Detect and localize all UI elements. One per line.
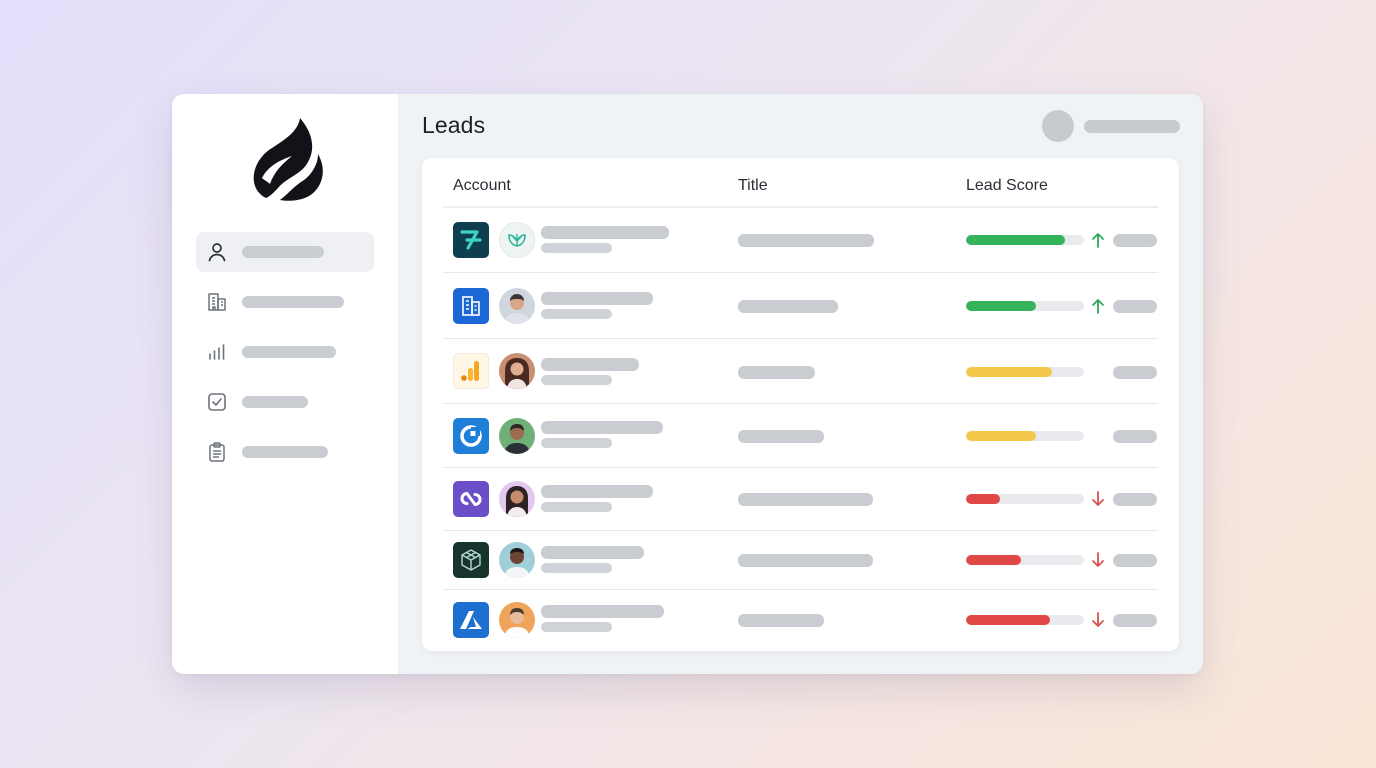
person-avatar xyxy=(499,481,535,517)
lead-score-bar xyxy=(966,615,1084,625)
nav-label-placeholder xyxy=(242,296,344,308)
checkbox-icon xyxy=(208,393,226,411)
leaf-logo-avatar xyxy=(499,222,535,258)
trend-down-icon xyxy=(1092,552,1104,567)
title-placeholder xyxy=(738,554,873,567)
main-panel: Leads Account Title Lead Score xyxy=(398,94,1203,674)
title-placeholder xyxy=(738,430,824,443)
account-sub-placeholder xyxy=(541,563,612,573)
nav-item-notes[interactable] xyxy=(196,432,374,472)
trend-down-icon xyxy=(1092,612,1104,627)
user-avatar[interactable] xyxy=(1042,110,1074,142)
table-row[interactable] xyxy=(443,273,1158,339)
person-avatar xyxy=(499,353,535,389)
lead-score-bar xyxy=(966,301,1084,311)
dark-cube-logo xyxy=(453,542,489,578)
title-placeholder xyxy=(738,300,838,313)
title-placeholder xyxy=(738,234,874,247)
analytics-bars-logo xyxy=(453,353,489,389)
title-placeholder xyxy=(738,614,824,627)
nav-label-placeholder xyxy=(242,346,336,358)
account-sub-placeholder xyxy=(541,243,612,253)
title-placeholder xyxy=(738,366,815,379)
trend-up-icon xyxy=(1092,299,1104,314)
column-header-title[interactable]: Title xyxy=(738,177,768,195)
nav-item-leads[interactable] xyxy=(196,232,374,272)
score-value-placeholder xyxy=(1113,234,1157,247)
trend-up-icon xyxy=(1092,233,1104,248)
table-row[interactable] xyxy=(443,339,1158,404)
table-row[interactable] xyxy=(443,468,1158,531)
table-row[interactable] xyxy=(443,590,1158,651)
user-name-placeholder xyxy=(1084,120,1180,133)
page-title: Leads xyxy=(422,112,486,138)
person-avatar xyxy=(499,542,535,578)
table-row[interactable] xyxy=(443,208,1158,273)
purple-infinity-logo xyxy=(453,481,489,517)
title-placeholder xyxy=(738,493,873,506)
teal-arrow-logo xyxy=(453,222,489,258)
nav-item-accounts[interactable] xyxy=(196,282,374,322)
nav-item-tasks[interactable] xyxy=(196,382,374,422)
blue-circle-logo xyxy=(453,418,489,454)
nav-label-placeholder xyxy=(242,446,328,458)
sidebar xyxy=(172,94,398,674)
account-name-placeholder xyxy=(541,226,669,239)
table-row[interactable] xyxy=(443,531,1158,590)
clipboard-icon xyxy=(209,442,225,462)
account-name-placeholder xyxy=(541,421,663,434)
lead-score-bar xyxy=(966,367,1084,377)
blue-building-logo xyxy=(453,288,489,324)
building-icon xyxy=(208,293,226,311)
person-avatar xyxy=(499,418,535,454)
nav-item-reports[interactable] xyxy=(196,332,374,372)
lead-score-bar xyxy=(966,494,1084,504)
account-name-placeholder xyxy=(541,358,639,371)
account-sub-placeholder xyxy=(541,622,612,632)
table-row[interactable] xyxy=(443,404,1158,468)
person-avatar xyxy=(499,288,535,324)
column-header-lead-score[interactable]: Lead Score xyxy=(966,177,1048,195)
lead-score-bar xyxy=(966,555,1084,565)
azure-logo xyxy=(453,602,489,638)
app-window: Leads Account Title Lead Score xyxy=(172,94,1203,674)
nav-label-placeholder xyxy=(242,396,308,408)
score-value-placeholder xyxy=(1113,614,1157,627)
account-name-placeholder xyxy=(541,605,664,618)
score-value-placeholder xyxy=(1113,366,1157,379)
nav-label-placeholder xyxy=(242,246,324,258)
score-value-placeholder xyxy=(1113,300,1157,313)
score-value-placeholder xyxy=(1113,430,1157,443)
flame-logo xyxy=(253,118,323,201)
leads-table: Account Title Lead Score xyxy=(422,158,1179,651)
account-sub-placeholder xyxy=(541,438,612,448)
account-name-placeholder xyxy=(541,485,653,498)
score-value-placeholder xyxy=(1113,493,1157,506)
bar-chart-icon xyxy=(209,344,225,360)
person-avatar xyxy=(499,602,535,638)
account-name-placeholder xyxy=(541,546,644,559)
column-header-account[interactable]: Account xyxy=(453,177,511,195)
lead-score-bar xyxy=(966,235,1084,245)
score-value-placeholder xyxy=(1113,554,1157,567)
user-icon xyxy=(208,243,226,262)
account-sub-placeholder xyxy=(541,309,612,319)
account-sub-placeholder xyxy=(541,375,612,385)
account-sub-placeholder xyxy=(541,502,612,512)
account-name-placeholder xyxy=(541,292,653,305)
trend-down-icon xyxy=(1092,491,1104,506)
lead-score-bar xyxy=(966,431,1084,441)
